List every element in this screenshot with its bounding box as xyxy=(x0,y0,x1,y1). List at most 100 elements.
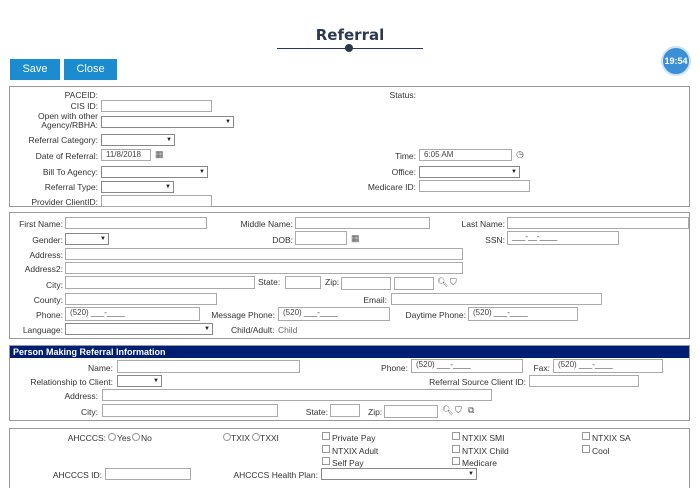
cis-id-input[interactable] xyxy=(101,100,212,112)
city-input[interactable] xyxy=(65,276,255,289)
referral-category-select[interactable] xyxy=(101,134,175,146)
filter-icon[interactable]: ⛉ xyxy=(450,277,457,287)
time-label: Time: xyxy=(395,151,416,161)
time-input[interactable]: 6:05 AM xyxy=(419,149,512,161)
bill-to-agency-label: Bill To Agency: xyxy=(42,167,98,177)
cis-id-label: CIS ID: xyxy=(70,101,98,111)
dob-label: DOB: xyxy=(272,235,293,245)
referrer-name-input[interactable] xyxy=(117,360,300,373)
txix-radio[interactable] xyxy=(223,433,231,441)
language-select[interactable] xyxy=(65,323,213,335)
referral-source-id-label: Referral Source Client ID: xyxy=(429,377,526,387)
ahcccs-yes-label: Yes xyxy=(117,433,131,443)
last-name-input[interactable] xyxy=(507,217,689,229)
message-phone-label: Message Phone: xyxy=(211,310,275,320)
ahcccs-no-label: No xyxy=(141,433,152,443)
phone-input[interactable]: (520) ___-____ xyxy=(65,307,200,321)
cool-label: Cool xyxy=(592,446,610,456)
address-input[interactable] xyxy=(65,248,463,260)
session-timer-badge: 19:54 xyxy=(661,46,691,76)
county-label: County: xyxy=(33,295,63,305)
search-icon[interactable]: 🔍︎ xyxy=(437,277,448,287)
cool-checkbox[interactable] xyxy=(582,445,590,453)
calendar-icon[interactable]: ▦ xyxy=(155,149,164,159)
referrer-state-label: State: xyxy=(305,407,328,417)
relationship-select[interactable] xyxy=(117,375,162,387)
save-button[interactable]: Save xyxy=(10,59,60,80)
date-of-referral-label: Date of Referral: xyxy=(35,151,98,161)
paceid-label: PACEID: xyxy=(64,90,98,100)
referrer-city-label: City: xyxy=(81,407,98,417)
ssn-label: SSN: xyxy=(485,235,505,245)
state-input[interactable] xyxy=(285,276,321,289)
ntxix-child-checkbox[interactable] xyxy=(452,445,460,453)
relationship-label: Relationship to Client: xyxy=(30,377,113,387)
search-icon[interactable]: 🔍︎ xyxy=(442,405,453,415)
ntxix-smi-checkbox[interactable] xyxy=(452,432,460,440)
ntxix-sa-checkbox[interactable] xyxy=(582,432,590,440)
referral-type-select[interactable] xyxy=(101,181,174,193)
calendar-icon[interactable]: ▦ xyxy=(351,233,360,243)
office-select[interactable] xyxy=(419,166,520,178)
first-name-input[interactable] xyxy=(65,217,207,229)
ntxix-sa-label: NTXIX SA xyxy=(592,433,631,443)
ntxix-adult-checkbox[interactable] xyxy=(322,445,330,453)
referrer-state-input[interactable] xyxy=(330,404,360,417)
message-phone-input[interactable]: (520) ___-____ xyxy=(278,307,390,321)
medicare-id-input[interactable] xyxy=(419,180,530,192)
ntxix-smi-label: NTXIX SMI xyxy=(462,433,505,443)
referral-type-label: Referral Type: xyxy=(44,182,98,192)
self-pay-checkbox[interactable] xyxy=(322,457,330,465)
title-divider-dot xyxy=(345,44,353,52)
medicare-id-label: Medicare ID: xyxy=(367,182,416,192)
coverage-section: AHCCCS: Yes No TXIX TXXI Private Pay NTX… xyxy=(9,428,690,488)
ntxix-child-label: NTXIX Child xyxy=(462,446,509,456)
close-button[interactable]: Close xyxy=(64,59,117,80)
ssn-input[interactable]: ___-__-____ xyxy=(507,231,619,245)
referrer-zip-input[interactable] xyxy=(384,405,438,418)
referrer-city-input[interactable] xyxy=(102,404,278,417)
date-of-referral-input[interactable]: 11/8/2018 xyxy=(101,149,151,161)
referrer-fax-label: Fax: xyxy=(533,363,550,373)
city-label: City: xyxy=(46,280,63,290)
provider-client-id-input[interactable] xyxy=(101,195,212,207)
email-input[interactable] xyxy=(391,293,602,305)
ahcccs-id-input[interactable] xyxy=(105,468,191,480)
open-with-agency-select[interactable] xyxy=(101,116,234,128)
referrer-section: Person Making Referral Information Name:… xyxy=(9,345,690,421)
ahcccs-yes-radio[interactable] xyxy=(108,433,116,441)
address2-input[interactable] xyxy=(65,262,463,274)
health-plan-select[interactable] xyxy=(321,468,477,480)
referral-source-id-input[interactable] xyxy=(529,375,639,387)
daytime-phone-label: Daytime Phone: xyxy=(405,310,466,320)
copy-icon[interactable]: ⧉ xyxy=(468,405,474,415)
dob-input[interactable] xyxy=(295,231,347,245)
state-label: State: xyxy=(258,277,281,287)
county-input[interactable] xyxy=(65,293,217,305)
referrer-zip-label: Zip: xyxy=(368,407,383,417)
filter-icon[interactable]: ⛉ xyxy=(455,405,462,415)
referrer-address-input[interactable] xyxy=(102,389,492,401)
office-label: Office: xyxy=(391,167,416,177)
bill-to-agency-select[interactable] xyxy=(101,166,208,178)
referral-section: PACEID: Status: CIS ID: Open with other … xyxy=(9,86,690,207)
zip-input[interactable] xyxy=(341,277,391,290)
medicare-checkbox[interactable] xyxy=(452,457,460,465)
private-pay-checkbox[interactable] xyxy=(322,432,330,440)
gender-label: Gender: xyxy=(32,235,63,245)
referrer-name-label: Name: xyxy=(87,363,113,373)
middle-name-input[interactable] xyxy=(295,217,430,229)
ntxix-adult-label: NTXIX Adult xyxy=(332,446,379,456)
referrer-fax-input[interactable]: (520) ___-____ xyxy=(553,359,663,373)
referrer-phone-label: Phone: xyxy=(381,363,408,373)
gender-select[interactable] xyxy=(65,233,109,245)
self-pay-label: Self Pay xyxy=(332,458,364,468)
daytime-phone-input[interactable]: (520) ___-____ xyxy=(468,307,578,321)
clock-icon[interactable]: ◷ xyxy=(516,149,524,159)
zip-ext-input[interactable] xyxy=(394,277,434,290)
address-label: Address: xyxy=(29,250,63,260)
referrer-phone-input[interactable]: (520) ___-____ xyxy=(411,359,523,373)
txxi-radio[interactable] xyxy=(252,433,260,441)
ahcccs-no-radio[interactable] xyxy=(132,433,140,441)
provider-client-id-label: Provider ClientID: xyxy=(31,197,98,207)
